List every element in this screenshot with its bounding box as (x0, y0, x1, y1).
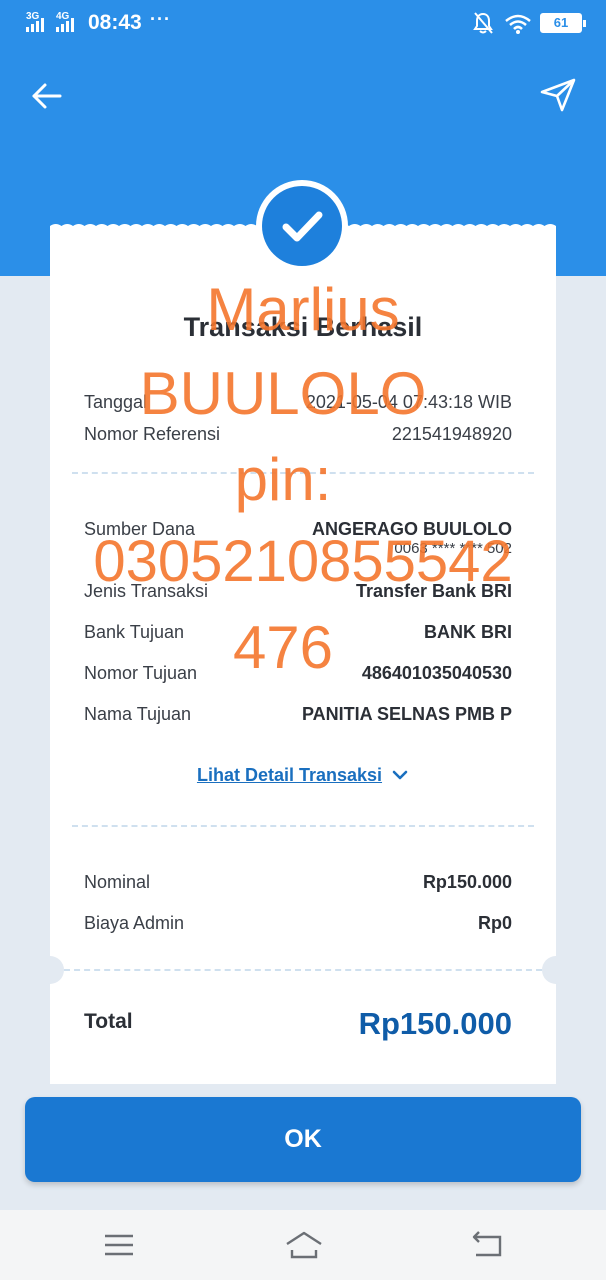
system-navigation-bar (0, 1210, 606, 1280)
detail-row-nominal: Nominal Rp150.000 (84, 872, 512, 898)
row-label: Biaya Admin (84, 913, 185, 933)
network-1-label: 3G (26, 11, 40, 22)
row-value: PANITIA SELNAS PMB P (301, 704, 512, 724)
row-value: 221541948920 (391, 424, 512, 444)
total-label: Total (84, 1010, 133, 1033)
success-badge (256, 180, 348, 272)
home-icon[interactable] (284, 1230, 324, 1260)
clock: 08:43 (88, 11, 142, 34)
status-bar: 3G 4G 08:43 ··· 61 (0, 0, 606, 48)
row-value: Rp0 (477, 913, 512, 933)
bell-muted-icon (473, 12, 493, 34)
row-label: Nominal (84, 872, 151, 892)
ok-button[interactable]: OK (25, 1097, 581, 1182)
menu-icon[interactable] (102, 1230, 136, 1260)
watermark-line: BUULOLO (139, 360, 427, 427)
row-label: Nama Tujuan (84, 704, 192, 724)
view-transaction-detail-link[interactable]: Lihat Detail Transaksi (50, 765, 556, 786)
divider (72, 825, 534, 827)
total-amount: Rp150.000 (358, 1006, 512, 1041)
link-label: Lihat Detail Transaksi (196, 765, 383, 785)
back-nav-icon[interactable] (470, 1230, 504, 1260)
row-value: Rp150.000 (422, 872, 512, 892)
network-2-label: 4G (56, 11, 70, 22)
signal-icon: 3G 4G (26, 10, 82, 34)
arrow-left-icon (32, 83, 62, 109)
detail-row-admin-fee: Biaya Admin Rp0 (84, 913, 512, 939)
watermark-line: Marlius (206, 276, 400, 343)
row-label: Nomor Referensi (84, 424, 221, 444)
wifi-icon (505, 14, 531, 34)
share-button[interactable] (536, 72, 580, 116)
more-notifications-icon: ··· (150, 9, 171, 29)
detail-row-destination-name: Nama Tujuan PANITIA SELNAS PMB P (84, 704, 512, 730)
send-icon (540, 78, 576, 112)
back-button[interactable] (26, 74, 70, 118)
watermark-line: 0305210855542 (93, 529, 513, 594)
battery-icon: 61 (540, 13, 586, 33)
divider (64, 969, 542, 971)
status-icons: 61 (472, 11, 586, 37)
receipt-notch-right (542, 956, 570, 984)
watermark-line: pin: (234, 446, 332, 513)
checkmark-icon (282, 211, 323, 242)
chevron-down-icon (392, 770, 408, 780)
receipt-notch-left (36, 956, 64, 984)
watermark-line: 476 (232, 614, 334, 681)
